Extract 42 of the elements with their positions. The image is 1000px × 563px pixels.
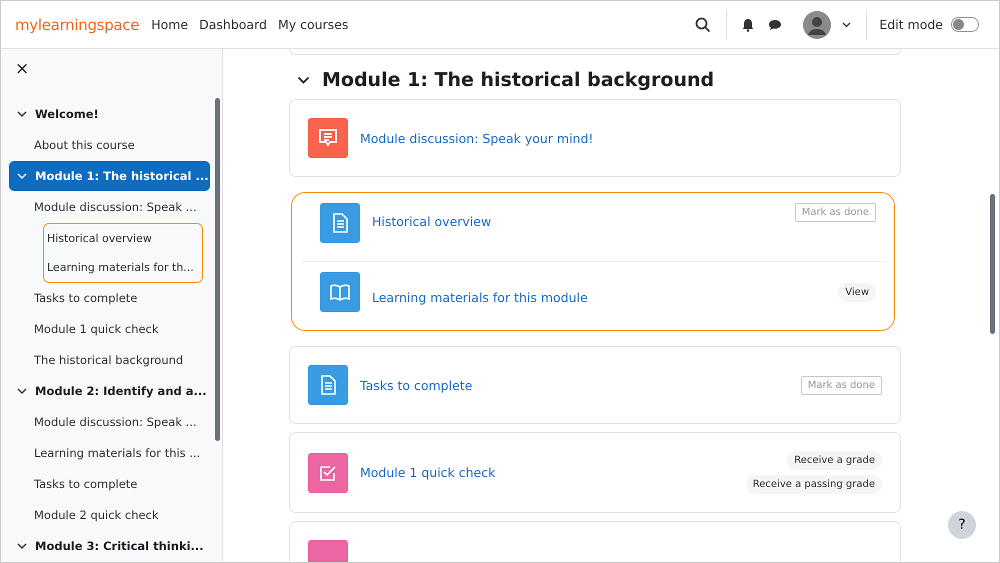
section-link[interactable]: Module 3: Critical thinki...	[9, 531, 210, 561]
activity-link[interactable]: Historical overview	[44, 224, 202, 253]
edit-mode-toggle[interactable]	[951, 17, 979, 32]
nav-link[interactable]: My courses	[278, 17, 348, 32]
chevron-icon[interactable]	[17, 110, 27, 118]
activity-link[interactable]: About this course	[9, 130, 210, 161]
help-button[interactable]: ?	[948, 511, 976, 539]
nav-link[interactable]: Dashboard	[199, 17, 267, 32]
section-link[interactable]: Welcome!	[9, 99, 210, 129]
completion-badge: Receive a passing grade	[746, 475, 882, 494]
completion-badge: Receive a grade	[787, 451, 882, 470]
activity-link[interactable]: Tasks to complete	[9, 283, 210, 314]
bell-icon[interactable]	[742, 18, 754, 32]
activity-link[interactable]: Learning materials for th...	[44, 253, 202, 282]
edit-mode-label: Edit mode	[879, 17, 943, 32]
activity-link[interactable]: Module discussion: Speak ...	[9, 407, 210, 438]
activity-link[interactable]: Module 1 quick check	[9, 314, 210, 345]
activity-link[interactable]: Module 1 quick check	[360, 465, 496, 480]
chevron-icon[interactable]	[17, 542, 27, 550]
section-link[interactable]: Module 1: The historical ...	[9, 161, 210, 191]
caret-icon[interactable]	[842, 22, 852, 28]
chat-icon[interactable]	[768, 18, 782, 30]
scrollbar[interactable]	[215, 98, 220, 441]
activity-link[interactable]: Learning materials for this module	[372, 290, 588, 305]
close-button[interactable]: ×	[15, 59, 30, 79]
avatar-icon[interactable]	[803, 10, 832, 38]
activity-link[interactable]: Module discussion: Speak your mind!	[360, 130, 594, 146]
activity-link[interactable]: The historical background	[9, 345, 210, 376]
activity-link[interactable]: Historical overview	[372, 214, 492, 229]
activity-link[interactable]: Module discussion: Speak ...	[9, 192, 210, 223]
scrollbar[interactable]	[990, 194, 995, 334]
nav-link[interactable]: Home	[151, 17, 188, 32]
section-title: Module 1: The historical background	[322, 69, 714, 91]
activity-link[interactable]: Module 2 quick check	[9, 500, 210, 531]
activity-link[interactable]: Learning materials for this ...	[9, 438, 210, 469]
search-icon[interactable]	[695, 16, 712, 32]
collapse-icon[interactable]	[297, 76, 310, 84]
chevron-icon[interactable]	[17, 388, 27, 394]
section-link[interactable]: Module 2: Identify and a...	[9, 376, 210, 406]
completion-badge: View	[838, 282, 876, 302]
activity-link[interactable]: Tasks to complete	[9, 469, 210, 500]
activity-link[interactable]: Tasks to complete	[360, 378, 472, 392]
